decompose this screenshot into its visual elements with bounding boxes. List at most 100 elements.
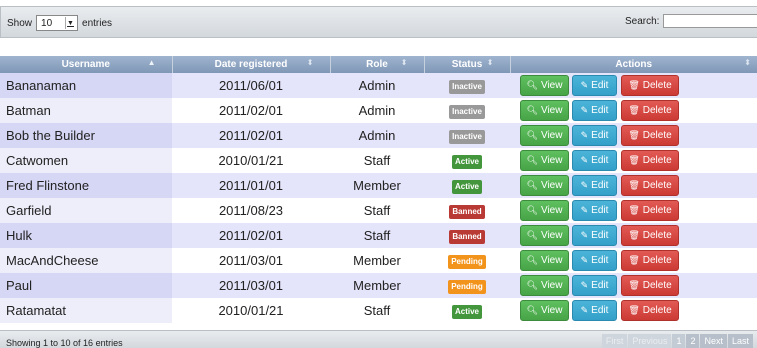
date-cell: 2010/01/21 — [172, 148, 330, 173]
pagination-page-1[interactable]: 1 — [672, 334, 686, 348]
view-button-label: View — [540, 180, 563, 191]
delete-button[interactable]: 🗑︎ Delete — [621, 150, 679, 171]
delete-button[interactable]: 🗑︎ Delete — [621, 175, 679, 196]
column-header-actions[interactable]: Actions ⬍ — [509, 56, 757, 73]
date-cell: 2011/03/01 — [172, 248, 330, 273]
view-button[interactable]: 🔍︎ View — [520, 150, 569, 171]
table-row: Ratamatat 2010/01/21 Staff Active 🔍︎ View… — [0, 298, 757, 323]
actions-cell: 🔍︎ View ✎ Edit 🗑︎ Delete — [510, 273, 757, 298]
sort-arrows-icon: ⬍ — [306, 58, 314, 67]
view-button[interactable]: 🔍︎ View — [520, 200, 569, 221]
search-input[interactable] — [663, 14, 757, 28]
trash-icon: 🗑︎ — [628, 255, 640, 265]
table-footer: Showing 1 to 10 of 16 entries First Prev… — [0, 330, 757, 348]
table-row: Garfield 2011/08/23 Staff Banned 🔍︎ View … — [0, 198, 757, 223]
edit-button[interactable]: ✎ Edit — [572, 200, 617, 221]
delete-button-label: Delete — [642, 255, 672, 266]
edit-button[interactable]: ✎ Edit — [572, 175, 617, 196]
status-cell: Banned — [424, 198, 510, 223]
delete-button[interactable]: 🗑︎ Delete — [621, 225, 679, 246]
status-cell: Inactive — [424, 123, 510, 148]
pagination-page-2[interactable]: 2 — [686, 334, 700, 348]
edit-button[interactable]: ✎ Edit — [572, 75, 617, 96]
role-cell: Staff — [330, 198, 424, 223]
username-cell: MacAndCheese — [0, 248, 172, 273]
edit-button-label: Edit — [591, 80, 609, 91]
actions-cell: 🔍︎ View ✎ Edit 🗑︎ Delete — [510, 173, 757, 198]
trash-icon: 🗑︎ — [628, 230, 640, 240]
edit-button[interactable]: ✎ Edit — [572, 250, 617, 271]
delete-button[interactable]: 🗑︎ Delete — [621, 125, 679, 146]
status-badge: Pending — [448, 280, 486, 294]
view-button[interactable]: 🔍︎ View — [520, 300, 569, 321]
view-button[interactable]: 🔍︎ View — [520, 100, 569, 121]
table-row: Hulk 2011/02/01 Staff Banned 🔍︎ View ✎ Edi… — [0, 223, 757, 248]
view-button[interactable]: 🔍︎ View — [520, 275, 569, 296]
trash-icon: 🗑︎ — [628, 155, 640, 165]
edit-button[interactable]: ✎ Edit — [572, 300, 617, 321]
delete-button[interactable]: 🗑︎ Delete — [621, 200, 679, 221]
view-button-label: View — [540, 155, 563, 166]
username-cell: Batman — [0, 98, 172, 123]
date-cell: 2011/01/01 — [172, 173, 330, 198]
delete-button[interactable]: 🗑︎ Delete — [621, 275, 679, 296]
view-button[interactable]: 🔍︎ View — [520, 75, 569, 96]
actions-cell: 🔍︎ View ✎ Edit 🗑︎ Delete — [510, 123, 757, 148]
edit-button-label: Edit — [591, 155, 609, 166]
status-badge: Banned — [449, 230, 485, 244]
role-cell: Staff — [330, 223, 424, 248]
date-cell: 2011/02/01 — [172, 98, 330, 123]
edit-button[interactable]: ✎ Edit — [572, 275, 617, 296]
actions-cell: 🔍︎ View ✎ Edit 🗑︎ Delete — [510, 198, 757, 223]
delete-button[interactable]: 🗑︎ Delete — [621, 250, 679, 271]
chevron-down-icon[interactable]: ▼ — [65, 17, 75, 29]
view-button[interactable]: 🔍︎ View — [520, 125, 569, 146]
column-header-date[interactable]: Date registered ⬍ — [171, 56, 330, 73]
sort-arrows-icon: ⬍ — [744, 58, 751, 67]
trash-icon: 🗑︎ — [628, 180, 640, 190]
view-button[interactable]: 🔍︎ View — [520, 225, 569, 246]
entries-select[interactable]: 10 ▼ — [36, 15, 79, 31]
column-header-status[interactable]: Status ⬍ — [423, 56, 510, 73]
edit-button-label: Edit — [591, 305, 609, 316]
zoom-in-icon: 🔍︎ — [526, 130, 538, 140]
delete-button[interactable]: 🗑︎ Delete — [621, 75, 679, 96]
delete-button[interactable]: 🗑︎ Delete — [621, 300, 679, 321]
edit-button-label: Edit — [591, 180, 609, 191]
view-button[interactable]: 🔍︎ View — [520, 250, 569, 271]
status-badge: Inactive — [449, 105, 485, 119]
edit-button[interactable]: ✎ Edit — [572, 150, 617, 171]
edit-button[interactable]: ✎ Edit — [572, 225, 617, 246]
view-button-label: View — [540, 230, 563, 241]
table-row: Batman 2011/02/01 Admin Inactive 🔍︎ View … — [0, 98, 757, 123]
role-cell: Staff — [330, 148, 424, 173]
column-header-role[interactable]: Role ⬍ — [329, 56, 424, 73]
edit-button[interactable]: ✎ Edit — [572, 125, 617, 146]
pagination-first[interactable]: First — [601, 334, 628, 348]
date-cell: 2011/02/01 — [172, 123, 330, 148]
view-button[interactable]: 🔍︎ View — [520, 175, 569, 196]
delete-button[interactable]: 🗑︎ Delete — [621, 100, 679, 121]
edit-icon: ✎ — [580, 155, 589, 165]
delete-button-label: Delete — [642, 180, 672, 191]
edit-button-label: Edit — [591, 230, 609, 241]
edit-icon: ✎ — [580, 80, 589, 90]
trash-icon: 🗑︎ — [628, 305, 640, 315]
table-row: Catwomen 2010/01/21 Staff Active 🔍︎ View … — [0, 148, 757, 173]
sort-arrows-icon: ⬍ — [486, 58, 494, 67]
delete-button-label: Delete — [642, 230, 672, 241]
view-button-label: View — [540, 105, 563, 116]
delete-button-label: Delete — [642, 205, 672, 216]
pagination-previous[interactable]: Previous — [628, 334, 672, 348]
date-cell: 2011/03/01 — [172, 273, 330, 298]
column-header-username[interactable]: Username ▲ — [0, 56, 172, 73]
trash-icon: 🗑︎ — [628, 105, 640, 115]
table-row: Fred Flinstone 2011/01/01 Member Active … — [0, 173, 757, 198]
username-cell: Hulk — [0, 223, 172, 248]
status-badge: Inactive — [449, 130, 485, 144]
pagination-next[interactable]: Next — [700, 334, 727, 348]
pagination-last[interactable]: Last — [727, 334, 753, 348]
view-button-label: View — [540, 80, 563, 91]
status-cell: Inactive — [424, 98, 510, 123]
edit-button[interactable]: ✎ Edit — [572, 100, 617, 121]
